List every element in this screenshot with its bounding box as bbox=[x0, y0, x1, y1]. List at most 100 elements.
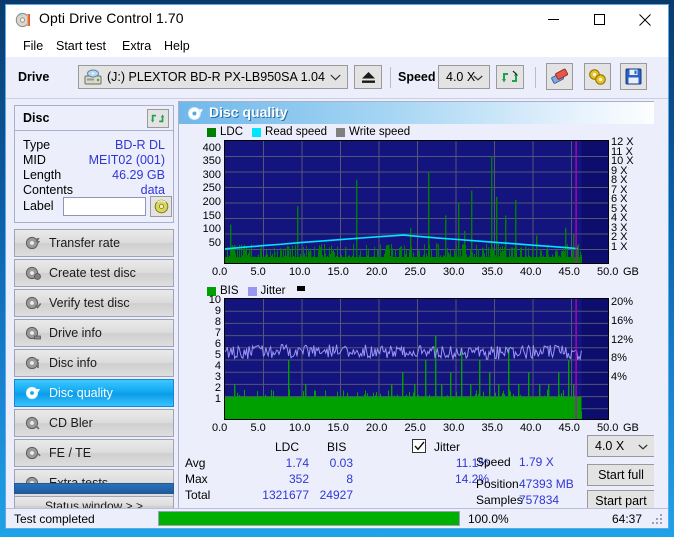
disc-type-value: BD-R DL bbox=[114, 138, 165, 152]
sidebar-item-label: Verify test disc bbox=[49, 296, 130, 310]
sidebar-item-cd-bler[interactable]: CD Bler bbox=[14, 409, 174, 437]
stats-row-avg-label: Avg bbox=[185, 456, 206, 470]
refresh-drive-button[interactable] bbox=[496, 65, 524, 89]
write-speed-legend-label: Write speed bbox=[349, 126, 411, 138]
sidebar-divider bbox=[14, 483, 174, 494]
status-bar: Test completed 100.0% 64:37 bbox=[6, 508, 668, 528]
axis-tick-label: 200 bbox=[202, 196, 221, 208]
axis-tick-label: 8% bbox=[611, 352, 627, 365]
axis-tick-label: 1 X bbox=[611, 240, 628, 253]
disc-panel: Disc Type BD-R DL MID MEIT02 (001) Lengt… bbox=[14, 105, 174, 223]
progress-bar bbox=[158, 511, 460, 526]
save-button[interactable] bbox=[620, 63, 647, 90]
disc-transfer-icon bbox=[25, 235, 41, 251]
axis-tick-label: 20% bbox=[611, 296, 634, 308]
disc-label-caption: Label bbox=[23, 199, 54, 213]
refresh-disc-button[interactable] bbox=[147, 109, 169, 128]
sidebar-item-disc-quality[interactable]: Disc quality bbox=[14, 379, 174, 407]
axis-tick-label: 1 bbox=[214, 393, 221, 405]
chevron-down-icon bbox=[638, 439, 648, 453]
stats-avg-ldc: 1.74 bbox=[285, 456, 309, 470]
write-speed-legend-swatch bbox=[336, 127, 346, 137]
position-stat-label: Position bbox=[476, 477, 519, 491]
eject-button[interactable] bbox=[354, 65, 382, 89]
minimize-button[interactable] bbox=[530, 5, 576, 34]
stats-avg-bis: 0.03 bbox=[329, 456, 353, 470]
menu-bar: File Start test Extra Help bbox=[6, 35, 668, 57]
disc-contents-value: data bbox=[140, 183, 165, 197]
stats-max-ldc: 352 bbox=[288, 472, 309, 486]
axis-tick-label: 0.0 bbox=[212, 422, 228, 434]
read-label-button[interactable] bbox=[150, 196, 172, 217]
sidebar-item-label: Disc quality bbox=[49, 386, 113, 400]
sidebar-item-label: CD Bler bbox=[49, 416, 93, 430]
axis-tick-label: 300 bbox=[202, 168, 221, 181]
sidebar-item-transfer-rate[interactable]: Transfer rate bbox=[14, 229, 174, 257]
axis-tick-label: 15.0 bbox=[327, 422, 349, 434]
status-text: Test completed bbox=[14, 512, 95, 526]
sidebar-item-create-test-disc[interactable]: Create test disc bbox=[14, 259, 174, 287]
axis-tick-label: 25.0 bbox=[404, 266, 426, 278]
axis-tick-label: 12% bbox=[611, 333, 634, 346]
sidebar-item-verify-test-disc[interactable]: Verify test disc bbox=[14, 289, 174, 317]
start-full-button[interactable]: Start full bbox=[587, 464, 655, 486]
menu-file[interactable]: File bbox=[18, 38, 48, 54]
axis-tick-label: 45.0 bbox=[558, 266, 580, 278]
maximize-button[interactable] bbox=[576, 5, 622, 34]
disc-length-label: Length bbox=[23, 168, 62, 182]
menu-extra[interactable]: Extra bbox=[117, 38, 156, 54]
test-speed-select[interactable]: 4.0 X bbox=[587, 435, 655, 457]
disc-icon bbox=[15, 11, 33, 29]
disc-mid-value: MEIT02 (001) bbox=[88, 153, 165, 167]
stats-avg-jitter: 11.1% bbox=[455, 456, 489, 470]
ldc-read-speed-plot[interactable] bbox=[224, 140, 609, 264]
axis-tick-label: 4% bbox=[611, 371, 627, 384]
axis-tick-label: 5.0 bbox=[250, 422, 266, 434]
axis-tick-label: 250 bbox=[202, 182, 221, 195]
drive-icon bbox=[84, 69, 103, 89]
bis-legend-label: BIS bbox=[220, 285, 239, 297]
disc-fete-icon bbox=[25, 445, 41, 461]
disc-length-value: 46.29 GB bbox=[112, 168, 165, 182]
sidebar-item-label: Drive info bbox=[49, 326, 102, 340]
disc-mid-label: MID bbox=[23, 153, 46, 167]
elapsed-time: 64:37 bbox=[611, 512, 642, 526]
stats-header-ldc: LDC bbox=[275, 440, 300, 454]
progress-percent: 100.0% bbox=[468, 512, 509, 526]
panel-scrollbar[interactable] bbox=[654, 101, 667, 516]
bis-jitter-plot[interactable] bbox=[224, 298, 609, 420]
drive-select[interactable]: (J:) PLEXTOR BD-R PX-LB950SA 1.04 bbox=[78, 65, 348, 89]
disc-type-label: Type bbox=[23, 138, 51, 152]
sidebar-item-fe-te[interactable]: FE / TE bbox=[14, 439, 174, 467]
close-button[interactable] bbox=[622, 5, 668, 34]
sidebar-item-label: Transfer rate bbox=[49, 236, 121, 250]
read-speed-legend-swatch bbox=[252, 127, 262, 137]
read-speed-legend-label: Read speed bbox=[265, 126, 328, 138]
position-stat-value: 47393 MB bbox=[519, 477, 574, 491]
menu-start-test[interactable]: Start test bbox=[51, 38, 111, 54]
stats-row-max-label: Max bbox=[185, 472, 208, 486]
nav-list: Transfer rate Create test disc Verify te… bbox=[14, 229, 174, 499]
erase-button[interactable] bbox=[546, 63, 573, 90]
disc-bler-icon bbox=[25, 415, 41, 431]
axis-tick-label: 400 bbox=[202, 141, 221, 154]
axis-tick-label: 45.0 bbox=[558, 422, 580, 434]
axis-tick-label: 16% bbox=[611, 314, 634, 327]
disc-contents-label: Contents bbox=[23, 183, 74, 197]
stats-max-bis: 8 bbox=[346, 472, 353, 486]
menu-help[interactable]: Help bbox=[159, 38, 195, 54]
sidebar-item-disc-info[interactable]: Disc info bbox=[14, 349, 174, 377]
chevron-down-icon bbox=[473, 70, 483, 84]
progress-bar-fill bbox=[159, 512, 459, 525]
samples-stat-label: Samples bbox=[476, 493, 523, 507]
disc-quality-icon bbox=[25, 385, 41, 401]
disc-label-input[interactable] bbox=[63, 197, 146, 216]
write-speed-select[interactable]: 4.0 X bbox=[438, 65, 490, 89]
sidebar-item-drive-info[interactable]: Drive info bbox=[14, 319, 174, 347]
jitter-checkbox[interactable] bbox=[412, 439, 426, 453]
axis-tick-label: 40.0 bbox=[520, 422, 542, 434]
disc-quality-panel: Disc quality LDC Read speed Write speed … bbox=[178, 101, 662, 516]
settings-button[interactable] bbox=[584, 63, 611, 90]
resize-grip-icon[interactable] bbox=[652, 513, 664, 525]
axis-tick-label: 5.0 bbox=[250, 266, 266, 278]
